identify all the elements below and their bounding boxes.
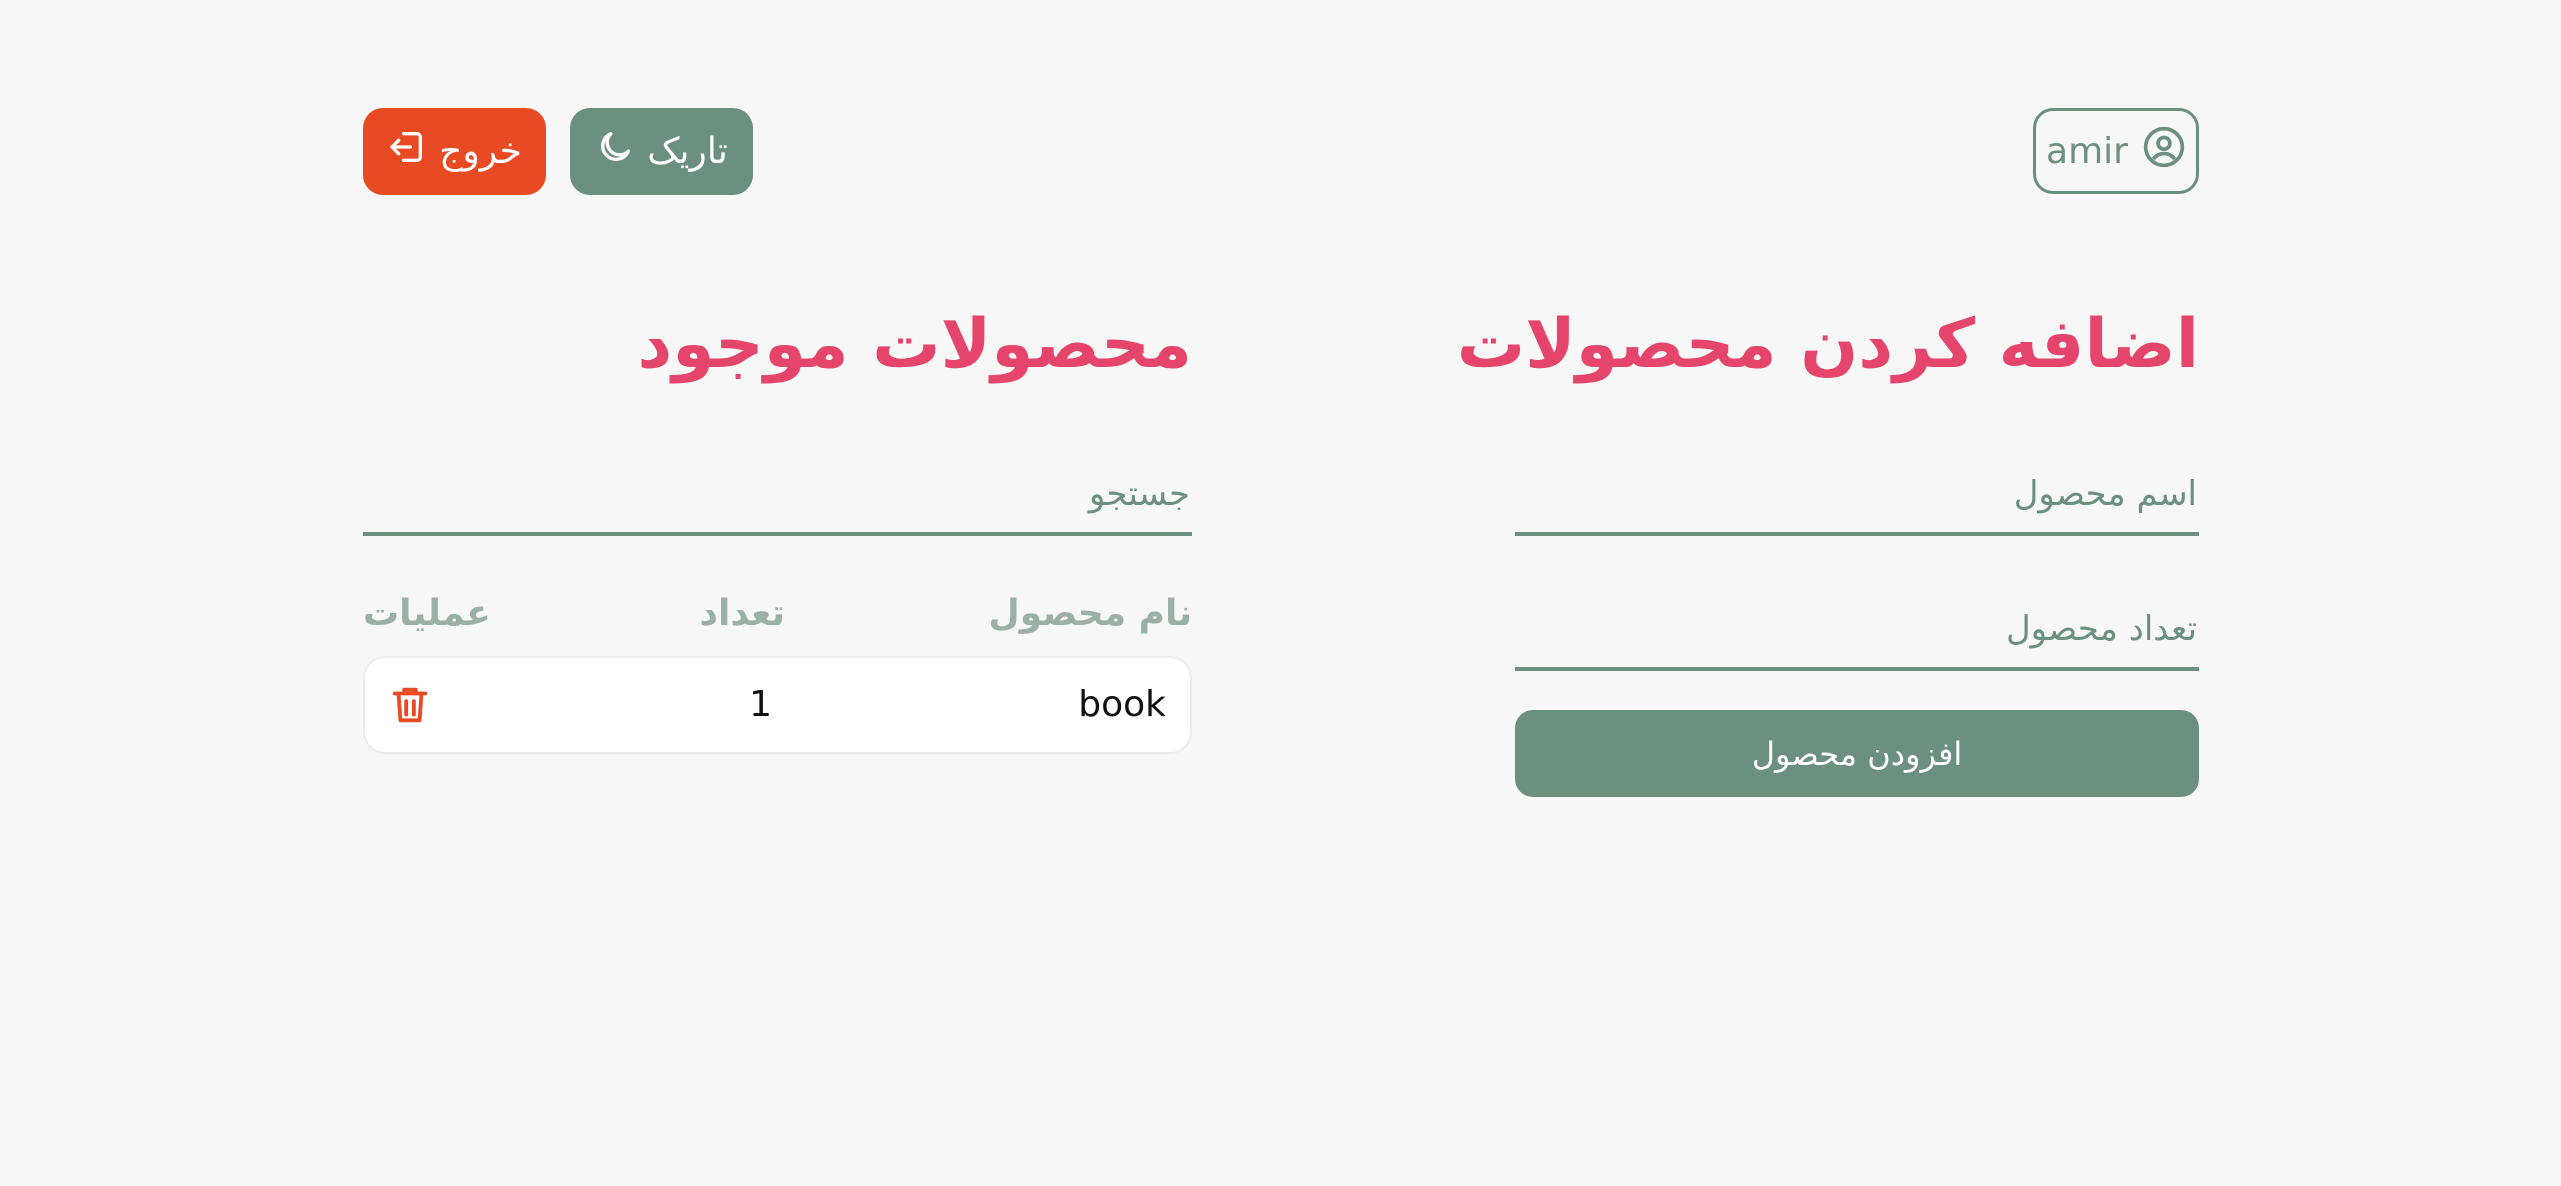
column-header-count: تعداد xyxy=(699,593,785,634)
product-count-input[interactable] xyxy=(1515,591,2199,671)
product-count-cell: 1 xyxy=(749,684,772,725)
product-name-input[interactable] xyxy=(1515,456,2199,536)
existing-products-title: محصولات موجود xyxy=(637,305,1192,384)
trash-icon[interactable] xyxy=(387,682,433,728)
add-product-button-label: افزودن محصول xyxy=(1751,734,1963,773)
user-chip[interactable]: amir xyxy=(2033,108,2199,194)
search-input[interactable] xyxy=(363,456,1192,536)
add-product-button[interactable]: افزودن محصول xyxy=(1515,710,2199,797)
column-header-operations: عملیات xyxy=(363,593,491,634)
logout-icon xyxy=(387,127,427,176)
table-row: book 1 xyxy=(363,656,1192,754)
dark-theme-button[interactable]: تاریک xyxy=(570,108,753,195)
logout-button[interactable]: خروج xyxy=(363,108,546,195)
page: amir تاریک خروج اضافه کردن محصولات اسم م… xyxy=(0,0,2561,1186)
user-circle-icon xyxy=(2142,125,2186,178)
moon-icon xyxy=(595,127,635,176)
product-name-cell: book xyxy=(1078,684,1166,725)
add-products-title: اضافه کردن محصولات xyxy=(1456,305,2199,384)
column-header-name: نام محصول xyxy=(988,593,1192,634)
logout-button-label: خروج xyxy=(439,131,522,172)
theme-button-label: تاریک xyxy=(647,131,728,172)
username-label: amir xyxy=(2046,130,2128,172)
